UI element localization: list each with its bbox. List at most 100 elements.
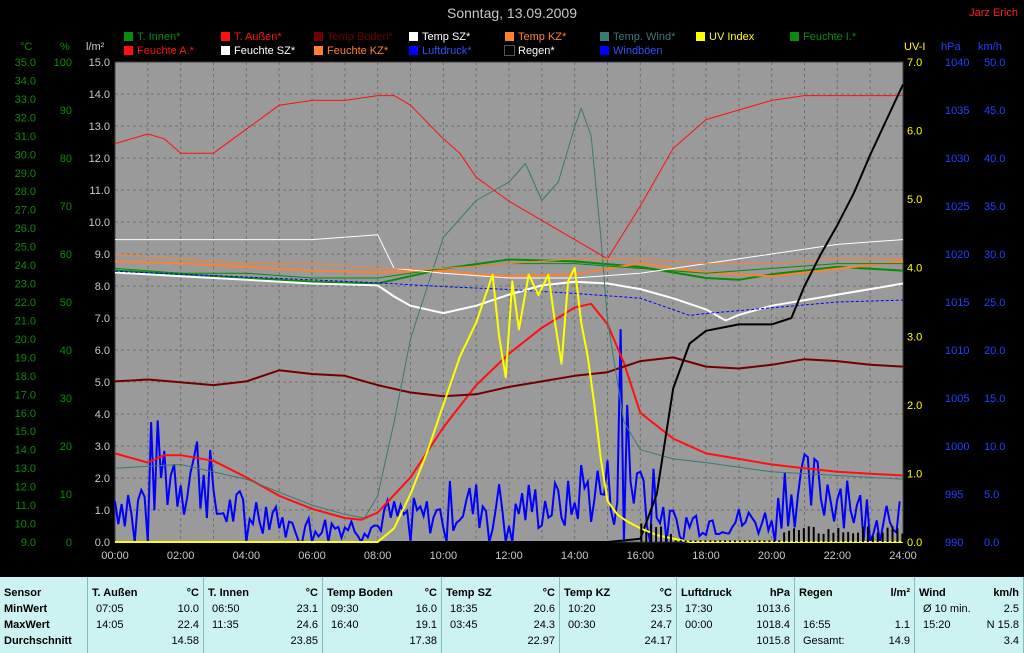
stats-row: 22.97 (446, 634, 555, 649)
uv-axis-tick: 4.0 (907, 263, 922, 275)
rain-bar (793, 528, 796, 542)
stats-column: Temp SZ °C 18:35 20.6 03:45 24.3 22.97 (442, 577, 560, 653)
stats-row: 1015.8 (681, 634, 790, 649)
stats-row: 17:30 1013.6 (681, 602, 790, 617)
stats-time: 06:50 (212, 603, 240, 615)
stats-row: Regen l/m² (799, 586, 910, 601)
stats-unit: hPa (769, 587, 790, 599)
pressure-axis-tick: 1015 (945, 297, 969, 309)
rain-bar (753, 540, 756, 542)
legend-swatch (600, 32, 609, 41)
temp-axis-tick: 25.0 (15, 242, 36, 254)
temp-unit-label: °C (20, 41, 32, 53)
legend-item: Luftdruck* (409, 45, 472, 58)
legend-swatch (504, 45, 515, 56)
stats-value: 1018.4 (756, 619, 790, 631)
legend-swatch (124, 46, 133, 55)
stats-value: 24.17 (644, 635, 672, 647)
stats-value: 22.4 (177, 619, 199, 631)
legend-item: Temp KZ* (505, 31, 566, 44)
legend-label: Temp KZ* (518, 31, 567, 43)
stats-row: 00:00 1018.4 (681, 618, 790, 633)
humidity-axis-tick: 30 (60, 393, 72, 405)
legend-item: Feuchte A.* (124, 45, 194, 58)
stats-value: 23.85 (290, 635, 318, 647)
weather-chart: 35.0 34.0 33.0 32.0 31.0 30.0 29.0 28.0 27.0 26.0… (15, 41, 1006, 562)
pressure-axis-tick: 1040 (945, 57, 969, 69)
time-axis-tick: 06:00 (298, 550, 326, 562)
temp-axis-tick: 31.0 (15, 131, 36, 143)
rain-bar (724, 540, 727, 542)
stats-value: 19.1 (415, 619, 437, 631)
stats-row-label: Durchschnitt (4, 635, 72, 647)
humidity-unit-label: % (60, 41, 70, 53)
wind-axis-tick: 50.0 (984, 57, 1005, 69)
temp-axis-tick: 19.0 (15, 352, 36, 364)
stats-column: Luftdruck hPa 17:30 1013.6 00:00 1018.4 1015.8 (677, 577, 795, 653)
stats-time: 16:40 (331, 619, 359, 631)
rain-bar (748, 540, 751, 542)
rain-bar (733, 540, 736, 542)
stats-time: 03:45 (450, 619, 478, 631)
rain-bar (847, 531, 850, 542)
rain-axis-tick: 6.0 (95, 345, 110, 357)
rain-axis-tick: 14.0 (89, 89, 110, 101)
stats-value: 1015.8 (756, 635, 790, 647)
stats-unit: °C (542, 587, 555, 599)
humidity-axis-tick: 70 (60, 201, 72, 213)
rain-bar (861, 526, 864, 542)
rain-bar (763, 540, 766, 542)
rain-bar (842, 532, 845, 542)
rain-bar (743, 540, 746, 542)
rain-bar (714, 540, 717, 542)
stats-value: 2.5 (1003, 603, 1019, 615)
rain-bar (694, 540, 697, 542)
legend-swatch (221, 32, 230, 41)
stats-value: 1013.6 (756, 603, 790, 615)
stats-header: T. Innen (208, 587, 249, 599)
rain-bar (891, 526, 894, 542)
stats-unit: l/m² (890, 587, 910, 599)
stats-row: 16:40 19.1 (327, 618, 437, 633)
temp-axis-tick: 26.0 (15, 223, 36, 235)
legend-swatch (221, 46, 230, 55)
humidity-axis-tick: 40 (60, 345, 72, 357)
legend-swatch (790, 32, 799, 41)
stats-time: 16:55 (803, 619, 831, 631)
stats-header: Luftdruck (681, 587, 732, 599)
rain-bar (669, 533, 672, 542)
legend-item: Feuchte SZ* (221, 45, 295, 58)
legend-label: Windböen (613, 45, 663, 57)
rain-bar (679, 540, 682, 542)
rain-bar (674, 540, 677, 542)
rain-bar (738, 540, 741, 542)
time-axis-tick: 04:00 (233, 550, 261, 562)
time-axis-tick: 20:00 (758, 550, 786, 562)
stats-column: Temp KZ °C 10:20 23.5 00:30 24.7 24.17 (560, 577, 677, 653)
rain-bar (719, 540, 722, 542)
legend-item: Regen* (504, 45, 555, 58)
stats-row-label: MaxWert (4, 619, 50, 631)
rain-bar (684, 540, 687, 542)
stats-unit: °C (424, 587, 437, 599)
rain-bar (852, 533, 855, 542)
stats-row: 24.17 (564, 634, 672, 649)
stats-row: 14.58 (92, 634, 199, 649)
legend-item: Feuchte KZ* (314, 45, 388, 58)
stats-row: Ø 10 min. 2.5 (919, 602, 1019, 617)
rain-axis-tick: 9.0 (95, 249, 110, 261)
rain-bar (768, 540, 771, 542)
humidity-axis-tick: 20 (60, 441, 72, 453)
time-axis-tick: 08:00 (364, 550, 392, 562)
stats-value: 16.0 (415, 603, 437, 615)
stats-value: 22.97 (527, 635, 555, 647)
uv-axis-tick: 1.0 (907, 468, 922, 480)
stats-row: 3.4 (919, 634, 1019, 649)
temp-axis-tick: 14.0 (15, 445, 36, 457)
legend-label: Feuchte KZ* (327, 45, 389, 57)
stats-time: 07:05 (96, 603, 124, 615)
stats-row: Temp Boden °C (327, 586, 437, 601)
temp-axis-tick: 20.0 (15, 334, 36, 346)
temp-axis-tick: 27.0 (15, 205, 36, 217)
stats-value: 24.7 (650, 619, 672, 631)
